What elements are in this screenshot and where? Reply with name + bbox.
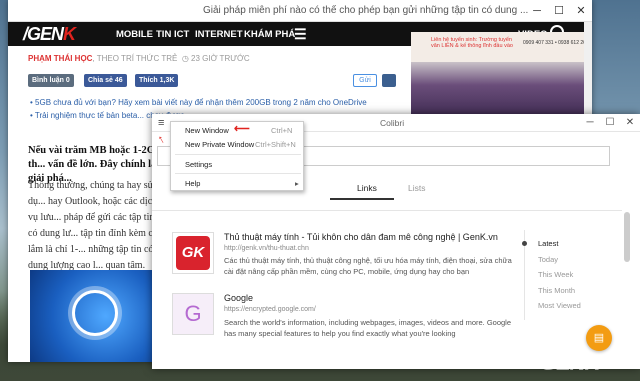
link-url: https://encrypted.google.com/ (224, 306, 316, 313)
fb-share-button[interactable]: Chia sẻ 46 (84, 74, 127, 87)
nav-mobile[interactable]: MOBILE (116, 29, 153, 40)
author-name[interactable]: PHẠM THÁI HỌC (28, 54, 92, 63)
nav-tin-ict[interactable]: TIN ICT (156, 29, 189, 40)
link-url: http://genk.vn/thu-thuat.chn (224, 245, 309, 252)
shortcut-new-private-window: Ctrl+Shift+N (255, 140, 296, 149)
maximize-button[interactable]: ☐ (548, 0, 570, 22)
genk-logo[interactable]: /GENK (23, 24, 76, 45)
mail-icon[interactable] (382, 74, 396, 87)
menu-settings[interactable]: Settings (185, 160, 212, 169)
tab-links[interactable]: Links (357, 183, 377, 193)
filter-today[interactable]: Today (538, 255, 558, 264)
shortcut-new-window: Ctrl+N (271, 126, 293, 135)
author-source: , THEO TRÍ THỨC TRẺ (92, 54, 178, 63)
active-tab-indicator (330, 198, 394, 200)
comment-icon[interactable]: ▤ (586, 325, 612, 351)
genk-site-icon[interactable]: GK (172, 232, 214, 274)
link-title[interactable]: Google (224, 293, 253, 303)
comment-button[interactable]: Bình luận 0 (28, 74, 74, 87)
window-title: Giải pháp miễn phí nào có thể cho phép b… (203, 5, 529, 16)
minimize-button[interactable]: ─ (526, 0, 548, 22)
title-bar: Giải pháp miễn phí nào có thể cho phép b… (8, 0, 592, 22)
colibri-title: Colibri (380, 118, 405, 128)
close-button[interactable]: ✕ (570, 0, 592, 22)
hamburger-menu-icon[interactable]: ☰ (294, 26, 307, 43)
chevron-right-icon: ▸ (295, 179, 299, 188)
scrollbar[interactable] (624, 212, 630, 262)
filter-most-viewed[interactable]: Most Viewed (538, 301, 581, 310)
article-paragraph: Thông thường, chúng ta hay sử dụ... hay … (28, 180, 163, 271)
active-dot (522, 241, 527, 246)
nav-kham-pha[interactable]: KHÁM PHÁ (244, 29, 295, 40)
menu-new-private-window[interactable]: New Private Window (185, 140, 254, 149)
filter-this-month[interactable]: This Month (538, 286, 575, 295)
menu-new-window[interactable]: New Window (185, 126, 229, 135)
annotation-arrow-icon: ⟵ (234, 123, 250, 135)
fb-like-button[interactable]: Thích 1,3K (135, 74, 179, 87)
clock-icon: ◷ (181, 54, 189, 63)
ad-text: Liên hệ tuyển sinh: Trường tuyển văn LIÊ… (431, 37, 513, 49)
google-site-icon[interactable]: G (172, 293, 214, 335)
ad-phone: 0909 407 331 • 0938 612 264 (523, 40, 589, 46)
menu-help[interactable]: Help (185, 179, 200, 188)
maximize-button[interactable]: ☐ (600, 114, 620, 132)
advertisement-banner[interactable]: Liên hệ tuyển sinh: Trường tuyển văn LIÊ… (411, 32, 589, 120)
minimize-button[interactable]: ─ (580, 114, 600, 132)
post-time: 23 GIỜ TRƯỚC (191, 54, 250, 63)
link-description: Các thủ thuật máy tính, thủ thuật công n… (224, 256, 512, 276)
divider (152, 210, 622, 211)
fingerprint-icon (72, 290, 118, 336)
tab-lists[interactable]: Lists (408, 183, 425, 193)
filter-latest[interactable]: Latest (538, 239, 558, 248)
menu-icon[interactable]: ≡ (158, 117, 164, 129)
filter-list: Latest Today This Week This Month Most V… (522, 230, 608, 320)
genk-watermark: GENK (540, 350, 601, 375)
filter-this-week[interactable]: This Week (538, 270, 573, 279)
close-button[interactable]: ✕ (620, 114, 640, 132)
link-description: Search the world's information, includin… (224, 318, 512, 338)
article-byline: PHẠM THÁI HỌC, THEO TRÍ THỨC TRẺ ◷ 23 GI… (28, 54, 250, 63)
ad-graduation-photo (411, 62, 589, 120)
nav-internet[interactable]: INTERNET (195, 29, 243, 40)
menu-divider (175, 154, 301, 155)
menu-divider (175, 173, 301, 174)
link-title[interactable]: Thủ thuật máy tính - Tủi khôn cho dân đa… (224, 232, 498, 242)
related-link[interactable]: 5GB chưa đủ với bạn? Hãy xem bài viết nà… (30, 98, 410, 109)
messenger-send-button[interactable]: Gửi (353, 74, 377, 87)
